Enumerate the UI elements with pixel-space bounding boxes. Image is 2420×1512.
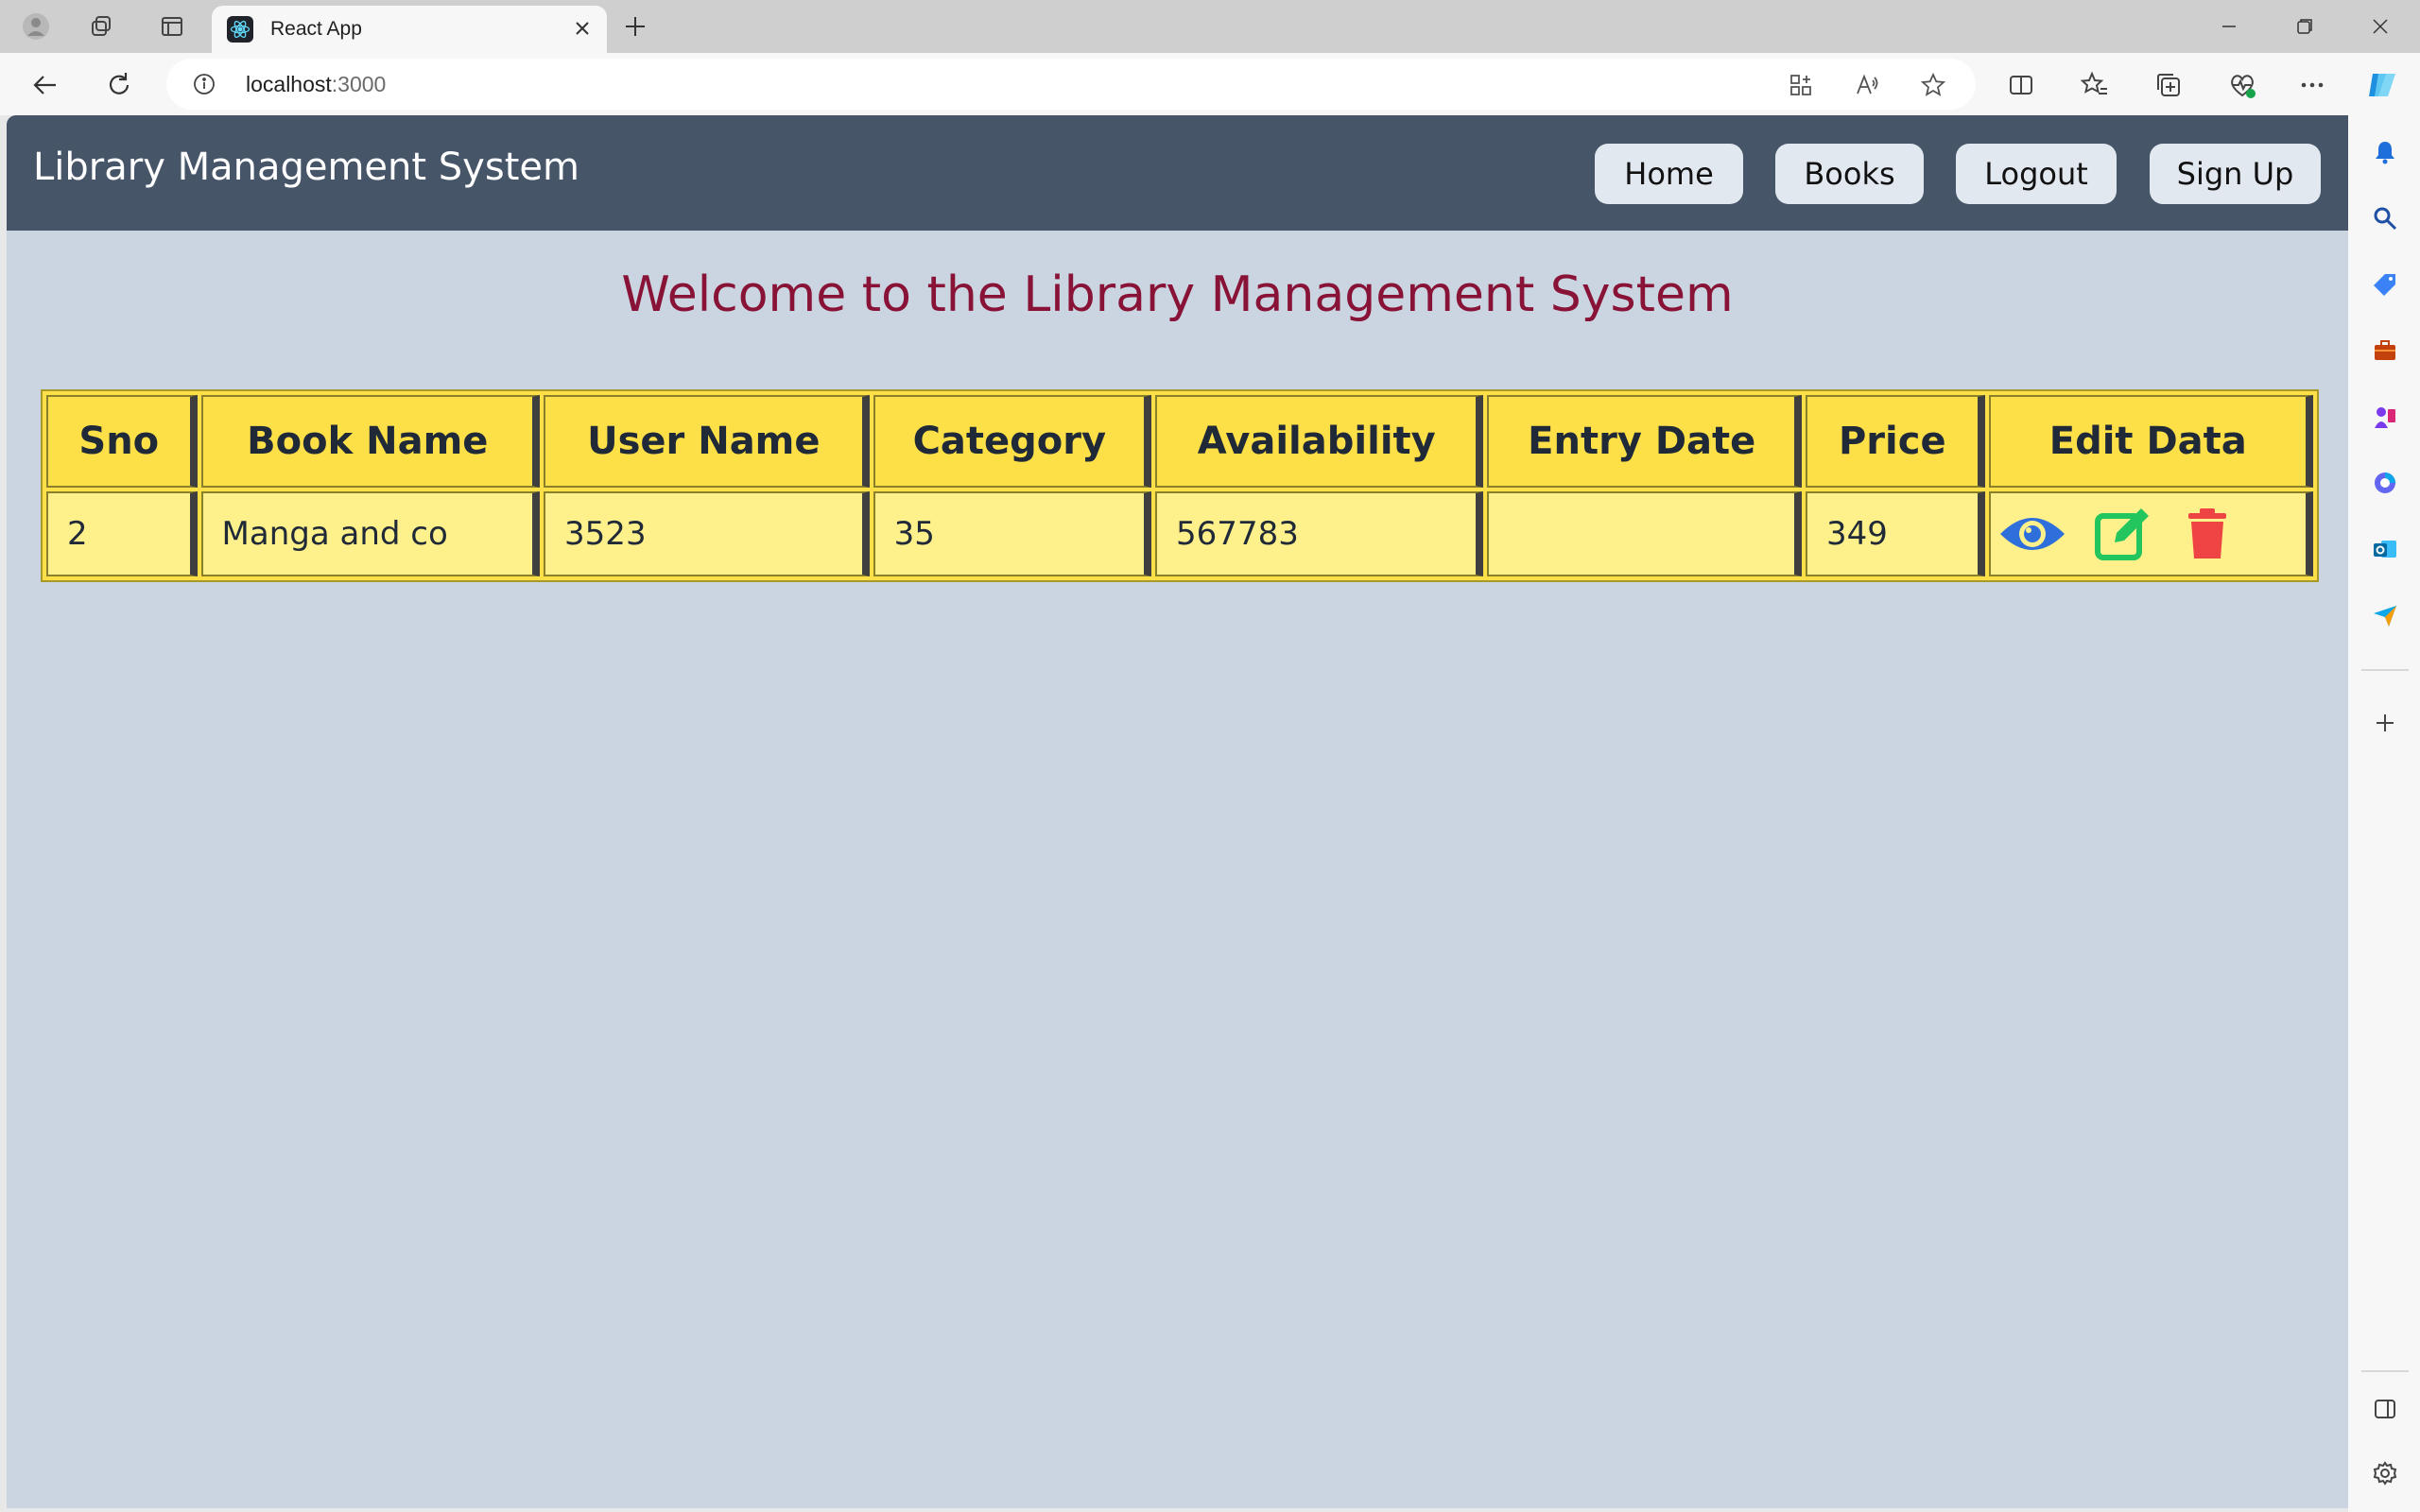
cell-category: 35 [873,491,1152,576]
close-tab-icon[interactable] [569,15,596,42]
minimize-icon[interactable] [2206,9,2252,43]
cell-entry-date [1487,491,1803,576]
cell-book-name: Manga and co [200,491,541,576]
close-window-icon[interactable] [2358,9,2403,43]
page-heading: Welcome to the Library Management System [621,266,1734,323]
restore-icon[interactable] [2282,9,2327,43]
browser-titlebar: React App [0,0,2420,53]
view-icon[interactable] [1998,500,2066,568]
header-category: Category [873,395,1152,488]
url-port: :3000 [331,72,387,96]
hide-sidebar-icon[interactable] [2369,1393,2401,1425]
sidebar-divider-bottom [2361,1370,2409,1372]
read-aloud-icon[interactable] [1853,71,1881,99]
url-text: localhost:3000 [246,72,386,97]
new-tab-icon[interactable] [620,11,650,42]
nav-books-button[interactable]: Books [1775,144,1924,204]
table-header-row: Sno Book Name User Name Category Availab… [46,395,2313,488]
games-icon[interactable] [2369,401,2401,433]
tab-title: React App [270,18,362,40]
header-book-name: Book Name [200,395,541,488]
header-sno: Sno [46,395,198,488]
refresh-icon[interactable] [100,66,138,104]
page-viewport: Library Management System Home Books Log… [7,115,2348,1508]
profile-icon[interactable] [21,11,51,42]
shopping-tag-icon[interactable] [2369,268,2401,301]
react-logo-icon [227,16,253,43]
cell-user-name: 3523 [544,491,870,576]
settings-gear-icon[interactable] [2369,1457,2401,1489]
send-icon[interactable] [2369,599,2401,631]
browser-sidebar [2348,115,2420,1512]
cell-sno: 2 [46,491,198,576]
add-app-icon[interactable] [2369,707,2401,739]
nav-logout-button[interactable]: Logout [1956,144,2117,204]
header-edit-data: Edit Data [1988,395,2313,488]
more-options-icon[interactable] [2295,68,2329,102]
header-user-name: User Name [544,395,870,488]
cell-actions [1988,491,2313,576]
cell-price: 349 [1806,491,1985,576]
search-icon[interactable] [2369,202,2401,234]
favorites-icon[interactable] [2078,68,2112,102]
site-info-icon[interactable] [191,71,217,97]
books-table: Sno Book Name User Name Category Availab… [41,389,2319,582]
app-navbar: Library Management System Home Books Log… [7,115,2348,231]
notifications-bell-icon[interactable] [2369,136,2401,168]
copilot-icon[interactable] [2365,68,2399,102]
favorite-star-icon[interactable] [1919,71,1947,99]
back-icon[interactable] [26,66,64,104]
split-screen-icon[interactable] [2004,68,2038,102]
cell-availability: 567783 [1155,491,1484,576]
brand-title: Library Management System [33,146,579,189]
outlook-icon[interactable] [2369,533,2401,565]
microsoft-365-icon[interactable] [2369,467,2401,499]
browser-essentials-icon[interactable] [2225,68,2259,102]
url-host: localhost [246,72,332,96]
delete-icon[interactable] [2173,500,2241,568]
collections-icon[interactable] [2152,68,2186,102]
active-tab[interactable]: React App [212,6,607,53]
nav-home-button[interactable]: Home [1595,144,1743,204]
workspaces-icon[interactable] [87,11,117,42]
address-bar[interactable]: localhost:3000 [166,59,1976,110]
nav-signup-button[interactable]: Sign Up [2150,144,2321,204]
header-entry-date: Entry Date [1487,395,1803,488]
tab-actions-icon[interactable] [157,11,187,42]
sidebar-divider [2361,669,2409,671]
table-row: 2 Manga and co 3523 35 567783 349 [46,491,2313,576]
header-availability: Availability [1155,395,1484,488]
edit-icon[interactable] [2089,500,2157,568]
browser-toolbar: localhost:3000 [0,53,2420,115]
tools-briefcase-icon[interactable] [2369,335,2401,367]
header-price: Price [1806,395,1985,488]
app-available-icon[interactable] [1787,71,1815,99]
